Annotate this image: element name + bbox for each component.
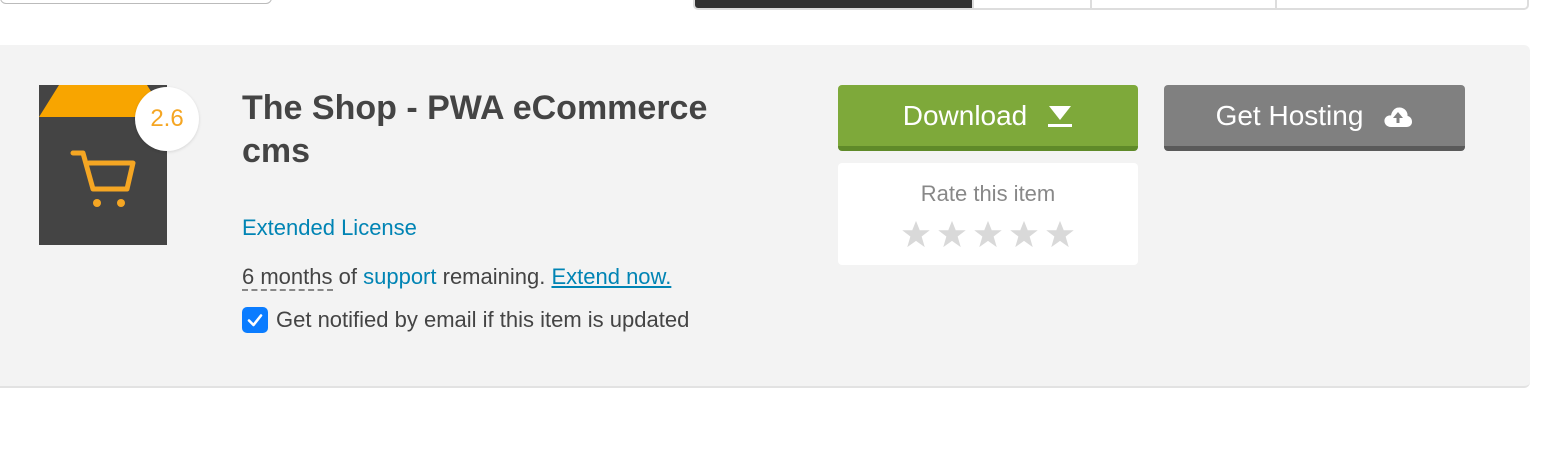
item-title: The Shop - PWA eCommerce cms <box>242 89 708 170</box>
top-tab[interactable] <box>1092 0 1277 8</box>
search-field-partial[interactable] <box>0 0 272 4</box>
support-link[interactable]: support <box>363 264 436 289</box>
download-button-label: Download <box>902 99 1028 131</box>
support-of-text: of <box>338 264 357 289</box>
rate-item-panel: Rate this item <box>838 163 1138 265</box>
star-icon[interactable] <box>1045 219 1075 249</box>
item-card: 2.6 The Shop - PWA eCommerce cms Extende… <box>0 45 1530 388</box>
license-link[interactable]: Extended License <box>242 215 417 241</box>
download-arrow-icon <box>1048 105 1073 127</box>
get-hosting-button[interactable]: Get Hosting <box>1164 85 1465 151</box>
rating-badge: 2.6 <box>135 87 199 151</box>
extend-support-link[interactable]: Extend now. <box>551 264 671 289</box>
top-tab[interactable] <box>974 0 1093 8</box>
notify-label: Get notified by email if this item is up… <box>276 307 690 332</box>
support-remaining-text: remaining. <box>442 264 546 289</box>
star-icon[interactable] <box>1009 219 1039 249</box>
shopping-cart-icon <box>70 150 136 207</box>
cloud-upload-icon <box>1384 106 1413 127</box>
star-icon[interactable] <box>901 219 931 249</box>
notify-option[interactable]: Get notified by email if this item is up… <box>242 307 689 333</box>
rate-item-label: Rate this item <box>920 181 1056 206</box>
support-duration[interactable]: 6 months <box>242 264 333 291</box>
checkmark-icon <box>247 314 263 327</box>
get-hosting-button-label: Get Hosting <box>1215 99 1364 131</box>
top-tab[interactable] <box>1277 0 1527 8</box>
top-tab-active[interactable] <box>695 0 975 8</box>
star-icon[interactable] <box>937 219 967 249</box>
star-icon[interactable] <box>973 219 1003 249</box>
notify-checkbox[interactable] <box>242 307 268 333</box>
download-button[interactable]: Download <box>838 85 1138 151</box>
top-tab-bar <box>693 0 1529 10</box>
support-status: 6 months of support remaining. Extend no… <box>242 264 671 291</box>
star-rating[interactable] <box>838 219 1138 249</box>
